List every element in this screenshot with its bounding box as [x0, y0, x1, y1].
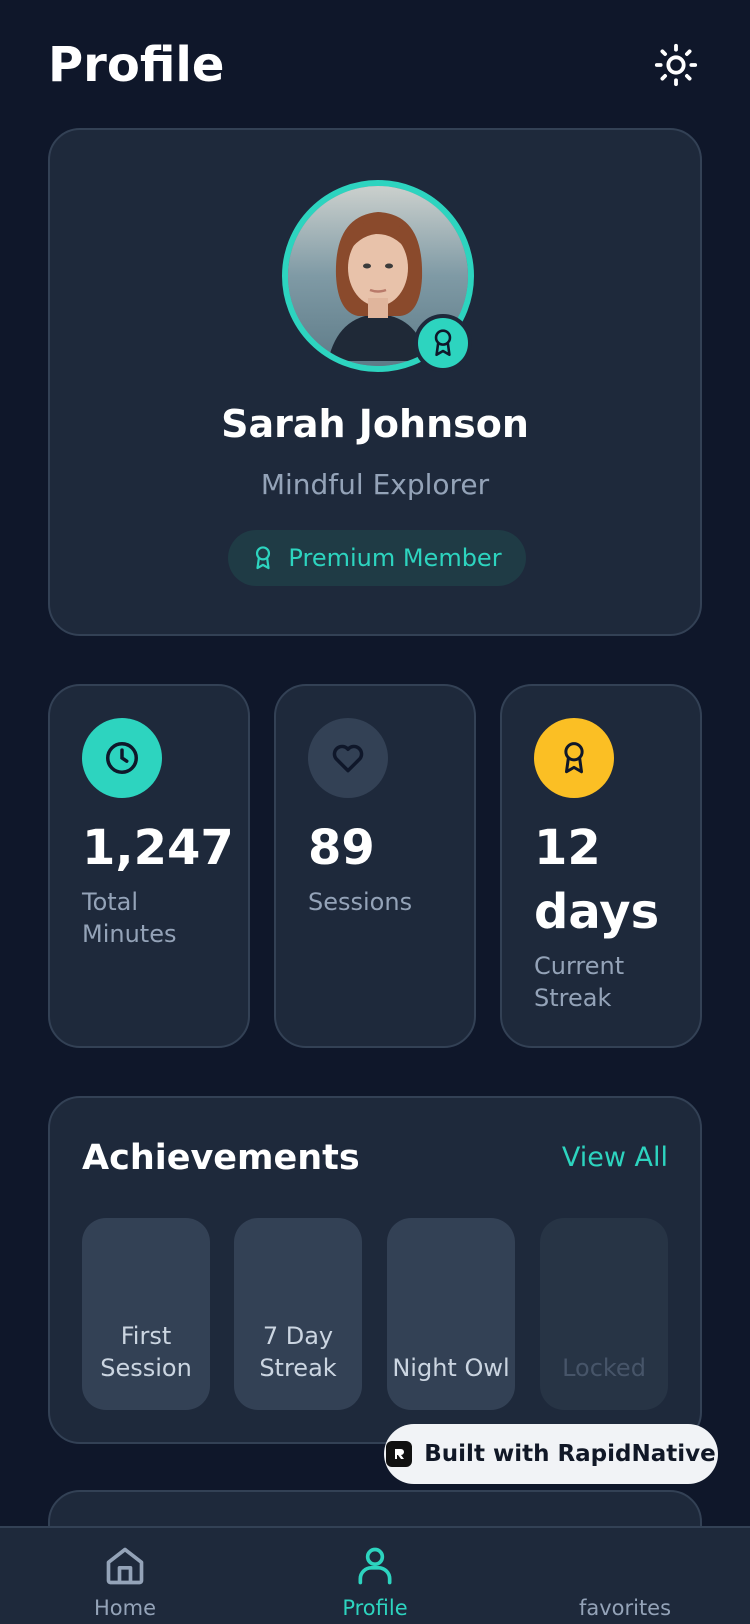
stat-icon-container — [534, 718, 614, 798]
view-all-link[interactable]: View All — [562, 1142, 668, 1173]
user-icon — [358, 1547, 392, 1585]
premium-badge-label: Premium Member — [288, 544, 502, 572]
award-icon — [256, 546, 271, 570]
heart-icon — [332, 744, 364, 773]
profile-name: Sarah Johnson — [221, 402, 529, 446]
stat-label: Total Minutes — [82, 888, 177, 948]
stat-card-minutes: 1,247 Total Minutes — [48, 684, 250, 1048]
achievements-title: Achievements — [82, 1138, 360, 1178]
stat-icon-container — [82, 718, 162, 798]
stat-value: 1,247 — [82, 820, 234, 876]
header: Profile — [48, 30, 702, 100]
nav-item-favorites[interactable]: favorites — [545, 1544, 705, 1620]
built-with-badge[interactable]: Built with RapidNative — [384, 1424, 718, 1484]
sun-icon — [654, 43, 698, 87]
theme-toggle-button[interactable] — [650, 39, 702, 91]
stat-label: Current Streak — [534, 952, 625, 1012]
stat-icon-container — [308, 718, 388, 798]
profile-subtitle: Mindful Explorer — [260, 468, 490, 501]
favorites-icon-placeholder — [603, 1544, 647, 1588]
achievement-item[interactable]: 7 Day Streak — [234, 1218, 362, 1410]
stat-value: 12 days — [534, 820, 660, 940]
achievement-item[interactable]: Night Owl — [387, 1218, 515, 1410]
avatar-badge — [414, 314, 472, 372]
nav-label: Profile — [342, 1596, 408, 1620]
premium-badge: Premium Member — [228, 530, 526, 586]
built-with-label: Built with RapidNative — [424, 1441, 716, 1467]
stat-label: Sessions — [308, 888, 413, 916]
stat-card-streak: 12 days Current Streak — [500, 684, 702, 1048]
page-title: Profile — [48, 37, 225, 93]
nav-label: Home — [93, 1596, 156, 1620]
award-icon — [564, 742, 584, 774]
achievement-item-locked: Locked — [540, 1218, 668, 1410]
achievements-card: Achievements View All First Session 7 Da… — [48, 1096, 702, 1444]
stat-value: 89 — [308, 820, 375, 876]
profile-card: Sarah Johnson Mindful Explorer Premium M… — [48, 128, 702, 636]
avatar-container[interactable] — [282, 180, 474, 372]
bottom-nav: Home Profile favorites — [0, 1526, 750, 1624]
nav-label: favorites — [578, 1596, 672, 1620]
stat-card-sessions: 89 Sessions — [274, 684, 476, 1048]
nav-item-home[interactable]: Home — [45, 1544, 205, 1620]
achievement-item[interactable]: First Session — [82, 1218, 210, 1410]
clock-icon — [106, 742, 138, 774]
award-icon — [434, 329, 452, 357]
home-icon — [106, 1547, 144, 1585]
nav-item-profile[interactable]: Profile — [295, 1544, 455, 1620]
rapidnative-logo-icon — [386, 1441, 413, 1467]
